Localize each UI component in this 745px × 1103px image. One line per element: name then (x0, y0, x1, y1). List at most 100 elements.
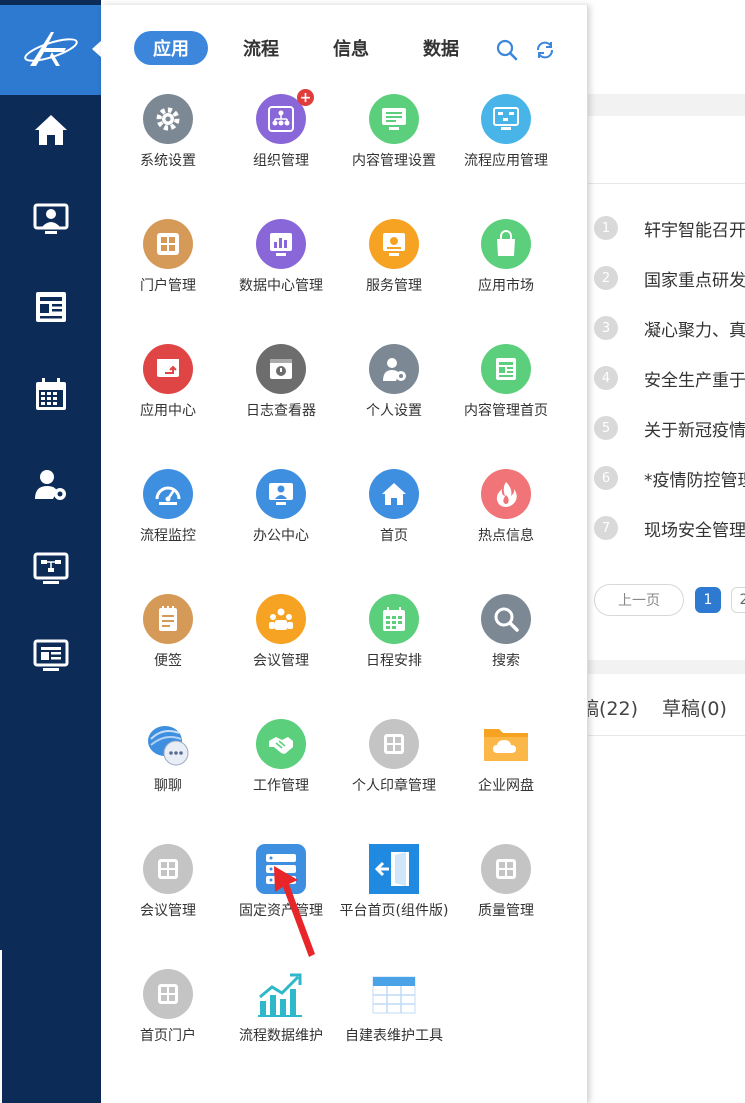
app-icon (143, 719, 193, 769)
logo[interactable] (0, 5, 101, 95)
app-tile[interactable]: 便签 (112, 594, 224, 704)
app-tile[interactable]: 应用市场 (450, 219, 562, 329)
news-title: 现场安全管理 (644, 520, 745, 541)
tab-apps[interactable]: 应用 (134, 31, 208, 65)
app-tile[interactable]: 热点信息 (450, 469, 562, 579)
app-tile[interactable]: 日程安排 (338, 594, 450, 704)
news-title: 安全生产重于 (644, 370, 745, 391)
app-tile[interactable]: 个人设置 (338, 344, 450, 454)
tab-flows[interactable]: 流程 (225, 31, 297, 65)
app-tile[interactable]: 企业网盘 (450, 719, 562, 829)
app-tile[interactable]: 会议管理 (112, 844, 224, 954)
cloud-folder-icon (484, 729, 528, 761)
app-icon (369, 344, 419, 394)
news-item[interactable]: 1 轩宇智能召开 (594, 216, 745, 240)
app-tile[interactable]: 聊聊 (112, 719, 224, 829)
sidebar-item-calendar[interactable] (29, 373, 73, 417)
app-icon (369, 594, 419, 644)
app-tile[interactable]: 自建表维护工具 (338, 969, 450, 1079)
tab-info[interactable]: 信息 (315, 31, 387, 65)
page-number-current[interactable]: 1 (695, 587, 721, 613)
user-gear-icon (35, 470, 66, 500)
prev-page-button[interactable]: 上一页 (594, 584, 684, 616)
news-item[interactable]: 6 *疫情防控管理 (594, 466, 745, 490)
news-title: 关于新冠疫情 (644, 420, 745, 441)
app-tile[interactable]: 内容管理首页 (450, 344, 562, 454)
app-tile[interactable]: 个人印章管理 (338, 719, 450, 829)
news-item[interactable]: 2 国家重点研发 (594, 266, 745, 290)
app-tile[interactable]: 系统设置 (112, 94, 224, 204)
app-label: 内容管理首页 (464, 403, 548, 419)
app-icon (481, 94, 531, 144)
app-tile[interactable]: 应用中心 (112, 344, 224, 454)
sidebar-item-home[interactable] (29, 108, 73, 152)
monitor-content-icon (382, 108, 406, 130)
app-tile[interactable]: 质量管理 (450, 844, 562, 954)
calendar-icon (36, 378, 66, 410)
app-icon (256, 969, 306, 1019)
app-tile[interactable]: + 组织管理 (225, 89, 337, 204)
app-icon (369, 94, 419, 144)
news-item[interactable]: 5 关于新冠疫情 (594, 416, 745, 440)
app-icon (143, 219, 193, 269)
app-tile[interactable]: 流程监控 (112, 469, 224, 579)
tab-data[interactable]: 数据 (405, 31, 477, 65)
app-tile[interactable]: 门户管理 (112, 219, 224, 329)
app-icon (256, 594, 306, 644)
search-button[interactable] (496, 39, 518, 61)
app-icon (369, 219, 419, 269)
app-icon (143, 469, 193, 519)
table-icon (372, 976, 416, 1014)
app-icon (143, 844, 193, 894)
news-item[interactable]: 3 凝心聚力、真 (594, 316, 745, 340)
newspaper-icon (36, 292, 66, 322)
app-tile[interactable]: 搜索 (450, 594, 562, 704)
app-tile[interactable]: 首页 (338, 469, 450, 579)
app-icon (369, 719, 419, 769)
app-label: 流程数据维护 (239, 1028, 323, 1044)
app-label: 组织管理 (253, 153, 309, 169)
news-rank: 1 (594, 216, 618, 240)
app-tile[interactable]: 平台首页(组件版) (338, 844, 450, 954)
app-icon (143, 94, 193, 144)
background-header-area (588, 116, 745, 184)
app-label: 工作管理 (253, 778, 309, 794)
app-icon (143, 344, 193, 394)
app-icon (481, 469, 531, 519)
app-tile[interactable]: 会议管理 (225, 594, 337, 704)
app-tile[interactable]: 内容管理设置 (338, 94, 450, 204)
app-label: 内容管理设置 (352, 153, 436, 169)
app-tile[interactable]: 首页门户 (112, 969, 224, 1079)
sidebar-item-user-settings[interactable] (29, 463, 73, 507)
app-icon (256, 469, 306, 519)
content-monitor-icon (33, 639, 69, 671)
sidebar-item-content[interactable] (29, 634, 73, 678)
gear-icon (156, 107, 180, 131)
page-number-next[interactable]: 2 (731, 587, 745, 613)
app-tile[interactable]: 数据中心管理 (225, 219, 337, 329)
refresh-button[interactable] (534, 39, 556, 61)
news-item[interactable]: 4 安全生产重于 (594, 366, 745, 390)
sidebar-item-news[interactable] (29, 285, 73, 329)
app-tile[interactable]: 流程数据维护 (225, 969, 337, 1079)
red-arrow-pointer-icon (274, 866, 315, 957)
app-tile[interactable]: 办公中心 (225, 469, 337, 579)
flow-monitor-icon (33, 552, 69, 584)
app-tile[interactable]: 工作管理 (225, 719, 337, 829)
notepad-icon (159, 606, 177, 631)
app-tile[interactable]: 流程应用管理 (450, 94, 562, 204)
app-label: 系统设置 (140, 153, 196, 169)
tab-drafts[interactable]: 草稿(0) (662, 694, 727, 721)
app-label: 流程监控 (140, 528, 196, 544)
news-rank: 2 (594, 266, 618, 290)
trend-chart-icon (258, 973, 302, 1017)
flame-icon (496, 482, 517, 507)
app-tile[interactable]: 日志查看器 (225, 344, 337, 454)
tab-drafts-partial[interactable]: 稿(22) (580, 694, 638, 721)
sidebar-item-flow-monitor[interactable] (29, 547, 73, 591)
sidebar-item-office[interactable] (29, 198, 73, 242)
app-icon (256, 344, 306, 394)
sidebar-edge (0, 950, 2, 1103)
news-item[interactable]: 7 现场安全管理 (594, 516, 745, 540)
app-tile[interactable]: 服务管理 (338, 219, 450, 329)
